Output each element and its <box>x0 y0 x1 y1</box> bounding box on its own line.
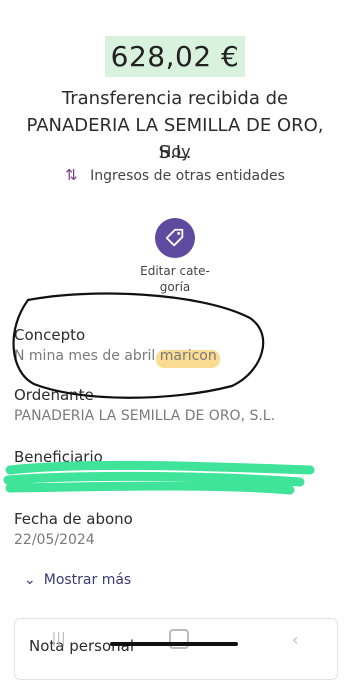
recents-icon[interactable]: ||| <box>52 631 66 647</box>
beneficiario-label: Beneficiario <box>14 448 103 466</box>
transaction-category: ⇅ Ingresos de otras entidades <box>0 166 350 184</box>
concepto-value: N mina mes de abril maricon <box>14 348 217 364</box>
field-beneficiario: Beneficiario <box>14 448 334 470</box>
show-more-button[interactable]: ⌄ Mostrar más <box>24 572 131 588</box>
concepto-label: Concepto <box>14 326 86 344</box>
fecha-abono-label: Fecha de abono <box>14 510 133 528</box>
transaction-date-label: Hoy <box>159 142 191 161</box>
ordenante-value: PANADERIA LA SEMILLA DE ORO, S.L. <box>14 408 276 424</box>
pen-line <box>110 642 238 646</box>
edit-category-text: Editar cate- goría <box>140 264 210 294</box>
home-icon[interactable] <box>168 629 189 649</box>
field-fecha-abono: Fecha de abono 22/05/2024 <box>14 510 334 548</box>
category-label: Ingresos de otras entidades <box>90 168 285 184</box>
ordenante-label: Ordenante <box>14 386 94 404</box>
back-icon[interactable]: ‹ <box>292 630 298 649</box>
transaction-amount: 628,02 € <box>104 36 246 77</box>
fecha-abono-value: 22/05/2024 <box>14 532 95 548</box>
chevron-down-icon: ⌄ <box>24 572 36 588</box>
field-ordenante: Ordenante PANADERIA LA SEMILLA DE ORO, S… <box>14 386 334 424</box>
amount-container: 628,02 € <box>0 36 350 77</box>
tag-icon <box>165 228 184 247</box>
edit-category-button[interactable] <box>155 218 195 258</box>
show-more-label: Mostrar más <box>43 572 132 588</box>
field-concepto: Concepto N mina mes de abril maricon <box>14 326 334 364</box>
sort-arrows-icon: ⇅ <box>65 166 78 184</box>
edit-category-label[interactable]: Editar cate- goría <box>125 263 225 295</box>
system-nav-bar[interactable]: ||| ‹ <box>0 624 350 654</box>
